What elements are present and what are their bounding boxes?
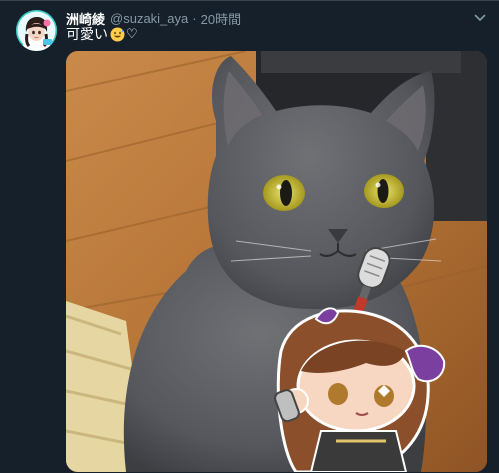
tweet-text: 可愛い [66,26,108,42]
avatar[interactable] [16,10,57,51]
avatar-illustration [16,10,57,51]
heart-text: ♡ [126,26,138,41]
author-handle[interactable]: @suzaki_aya [110,11,188,26]
tweet-timestamp[interactable]: 20時間 [201,9,241,28]
chevron-down-icon[interactable] [472,10,488,26]
cat-photo-illustration [66,51,487,472]
tweet-photo[interactable] [66,51,487,472]
separator-dot: · [192,10,197,26]
tweet-body: 可愛い ♡ [66,25,138,43]
top-divider [0,0,499,1]
grinning-face-with-sweat-icon [110,27,125,42]
